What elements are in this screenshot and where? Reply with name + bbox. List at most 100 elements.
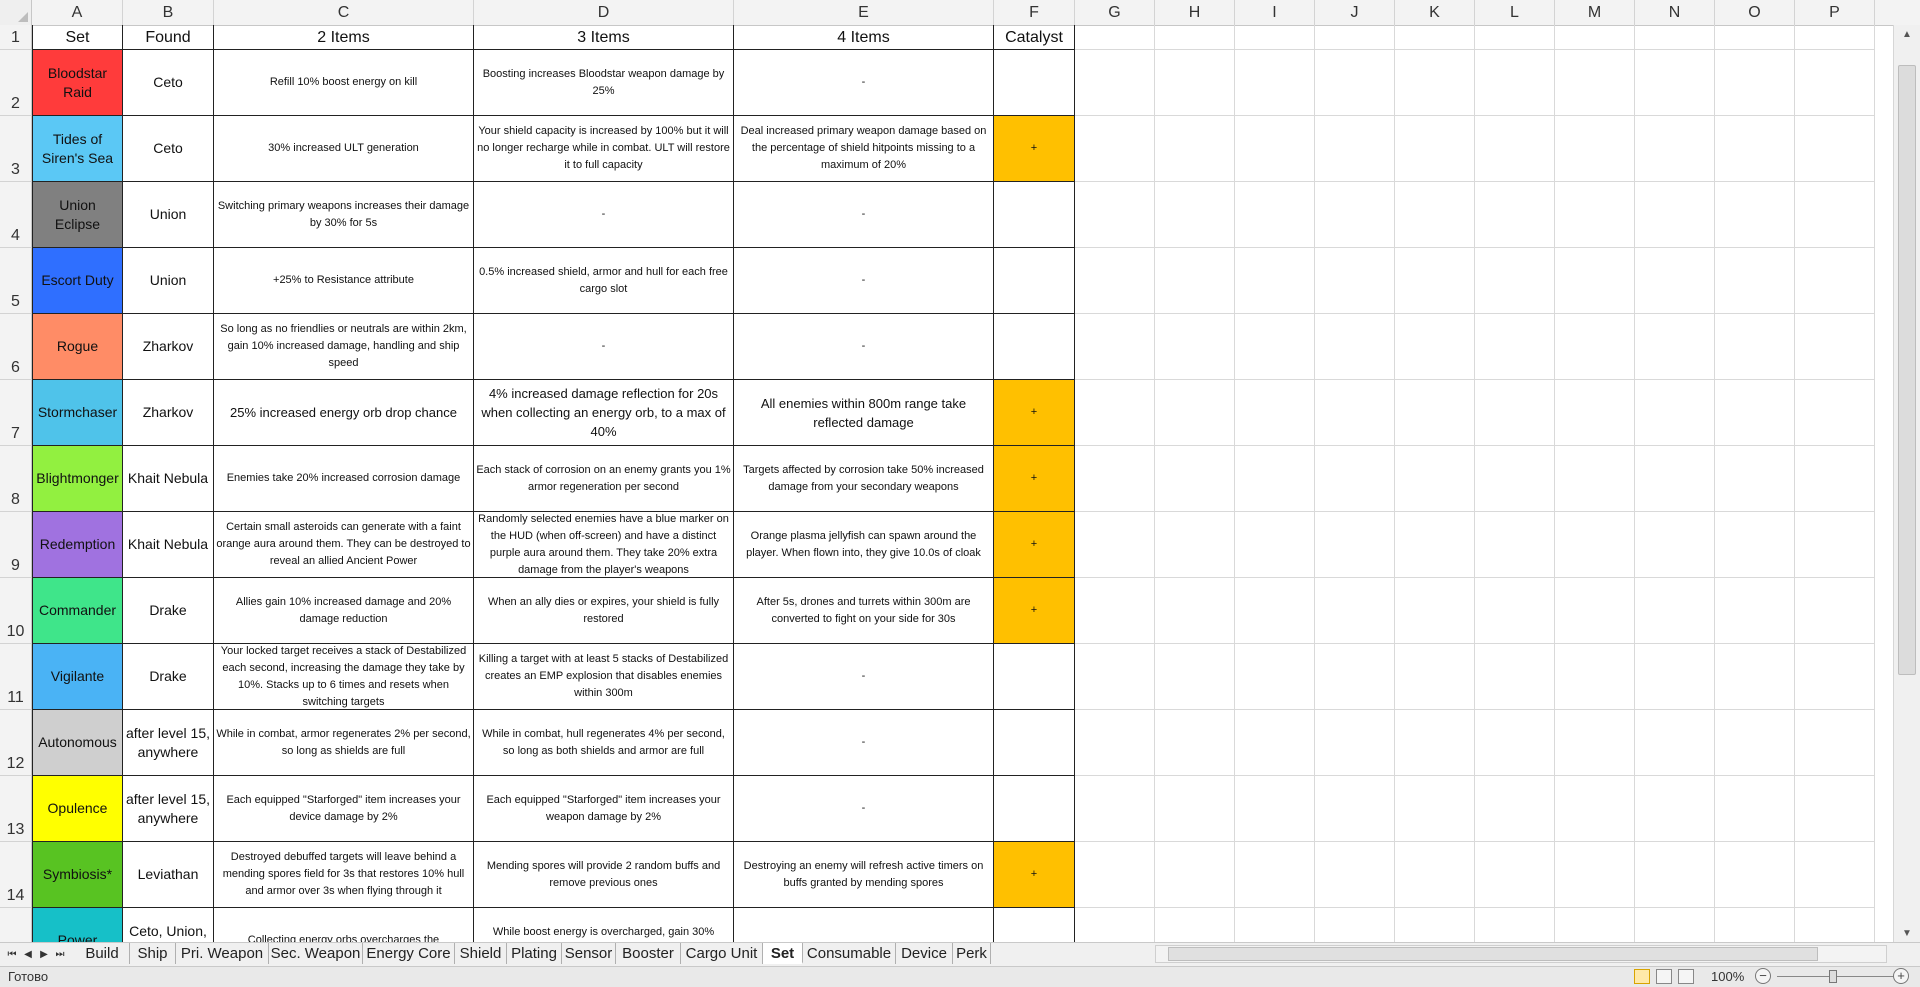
empty-cell[interactable] [1075, 908, 1155, 942]
empty-cell[interactable] [1795, 380, 1875, 446]
four-items-cell[interactable]: - [734, 248, 994, 314]
empty-cell[interactable] [1395, 25, 1475, 50]
empty-cell[interactable] [1395, 248, 1475, 314]
four-items-cell[interactable]: - [734, 776, 994, 842]
empty-cell[interactable] [1395, 116, 1475, 182]
three-items-cell[interactable]: Boosting increases Bloodstar weapon dama… [474, 50, 734, 116]
header-cell[interactable]: Set [32, 25, 123, 50]
empty-cell[interactable] [1395, 380, 1475, 446]
sheet-tab-sensor[interactable]: Sensor [562, 943, 616, 964]
zoom-slider-knob[interactable] [1829, 970, 1837, 983]
column-header-b[interactable]: B [123, 0, 214, 25]
empty-cell[interactable] [1395, 50, 1475, 116]
empty-cell[interactable] [1635, 248, 1715, 314]
empty-cell[interactable] [1555, 248, 1635, 314]
empty-cell[interactable] [1475, 25, 1555, 50]
empty-cell[interactable] [1475, 116, 1555, 182]
empty-cell[interactable] [1715, 50, 1795, 116]
column-header-l[interactable]: L [1475, 0, 1555, 25]
zoom-slider[interactable] [1777, 976, 1907, 977]
sheet-tab-cargo-unit[interactable]: Cargo Unit [681, 943, 763, 964]
empty-cell[interactable] [1475, 710, 1555, 776]
empty-cell[interactable] [1315, 908, 1395, 942]
sheet-tab-ship[interactable]: Ship [130, 943, 176, 964]
two-items-cell[interactable]: Destroyed debuffed targets will leave be… [214, 842, 474, 908]
found-cell[interactable]: Zharkov [123, 314, 214, 380]
empty-cell[interactable] [1555, 25, 1635, 50]
set-name-cell[interactable]: Blightmonger [32, 446, 123, 512]
empty-cell[interactable] [1555, 182, 1635, 248]
empty-cell[interactable] [1075, 116, 1155, 182]
set-name-cell[interactable]: Union Eclipse [32, 182, 123, 248]
row-header-5[interactable]: 5 [0, 248, 32, 314]
empty-cell[interactable] [1715, 182, 1795, 248]
horizontal-scroll-thumb[interactable] [1168, 947, 1818, 961]
row-header-12[interactable]: 12 [0, 710, 32, 776]
empty-cell[interactable] [1315, 710, 1395, 776]
empty-cell[interactable] [1075, 644, 1155, 710]
sheet-tab-shield[interactable]: Shield [455, 943, 507, 964]
empty-cell[interactable] [1555, 842, 1635, 908]
empty-cell[interactable] [1235, 182, 1315, 248]
found-cell[interactable]: Drake [123, 578, 214, 644]
header-cell[interactable]: 4 Items [734, 25, 994, 50]
empty-cell[interactable] [1475, 248, 1555, 314]
empty-cell[interactable] [1715, 446, 1795, 512]
empty-cell[interactable] [1395, 710, 1475, 776]
first-sheet-icon[interactable]: ⏮ [6, 946, 18, 962]
three-items-cell[interactable]: Each equipped "Starforged" item increase… [474, 776, 734, 842]
empty-cell[interactable] [1715, 644, 1795, 710]
empty-cell[interactable] [1075, 50, 1155, 116]
empty-cell[interactable] [1555, 710, 1635, 776]
empty-cell[interactable] [1635, 314, 1715, 380]
catalyst-cell[interactable] [994, 710, 1075, 776]
four-items-cell[interactable]: - [734, 182, 994, 248]
two-items-cell[interactable]: Collecting energy orbs overcharges the [214, 908, 474, 942]
three-items-cell[interactable]: Your shield capacity is increased by 100… [474, 116, 734, 182]
empty-cell[interactable] [1795, 50, 1875, 116]
column-header-p[interactable]: P [1795, 0, 1875, 25]
three-items-cell[interactable]: 4% increased damage reflection for 20s w… [474, 380, 734, 446]
empty-cell[interactable] [1635, 842, 1715, 908]
two-items-cell[interactable]: Your locked target receives a stack of D… [214, 644, 474, 710]
three-items-cell[interactable]: While in combat, hull regenerates 4% per… [474, 710, 734, 776]
zoom-level[interactable]: 100% [1711, 969, 1744, 984]
empty-cell[interactable] [1395, 842, 1475, 908]
two-items-cell[interactable]: Switching primary weapons increases thei… [214, 182, 474, 248]
found-cell[interactable]: after level 15, anywhere [123, 776, 214, 842]
page-break-view-icon[interactable] [1678, 969, 1694, 984]
next-sheet-icon[interactable]: ▶ [38, 946, 50, 962]
column-header-a[interactable]: A [32, 0, 123, 25]
empty-cell[interactable] [1795, 842, 1875, 908]
empty-cell[interactable] [1555, 776, 1635, 842]
found-cell[interactable]: Khait Nebula [123, 512, 214, 578]
column-header-j[interactable]: J [1315, 0, 1395, 25]
empty-cell[interactable] [1315, 116, 1395, 182]
column-header-k[interactable]: K [1395, 0, 1475, 25]
empty-cell[interactable] [1715, 776, 1795, 842]
set-name-cell[interactable]: Bloodstar Raid [32, 50, 123, 116]
row-header-9[interactable]: 9 [0, 512, 32, 578]
empty-cell[interactable] [1475, 842, 1555, 908]
two-items-cell[interactable]: Refill 10% boost energy on kill [214, 50, 474, 116]
sheet-tab-consumable[interactable]: Consumable [803, 943, 896, 964]
empty-cell[interactable] [1235, 776, 1315, 842]
two-items-cell[interactable]: +25% to Resistance attribute [214, 248, 474, 314]
empty-cell[interactable] [1155, 248, 1235, 314]
empty-cell[interactable] [1715, 116, 1795, 182]
empty-cell[interactable] [1635, 380, 1715, 446]
catalyst-cell[interactable] [994, 314, 1075, 380]
empty-cell[interactable] [1635, 116, 1715, 182]
header-cell[interactable]: 3 Items [474, 25, 734, 50]
empty-cell[interactable] [1635, 644, 1715, 710]
empty-cell[interactable] [1155, 314, 1235, 380]
catalyst-cell[interactable] [994, 50, 1075, 116]
empty-cell[interactable] [1715, 908, 1795, 942]
empty-cell[interactable] [1235, 248, 1315, 314]
set-name-cell[interactable]: Escort Duty [32, 248, 123, 314]
empty-cell[interactable] [1555, 578, 1635, 644]
two-items-cell[interactable]: So long as no friendlies or neutrals are… [214, 314, 474, 380]
empty-cell[interactable] [1475, 446, 1555, 512]
empty-cell[interactable] [1555, 116, 1635, 182]
row-header-4[interactable]: 4 [0, 182, 32, 248]
